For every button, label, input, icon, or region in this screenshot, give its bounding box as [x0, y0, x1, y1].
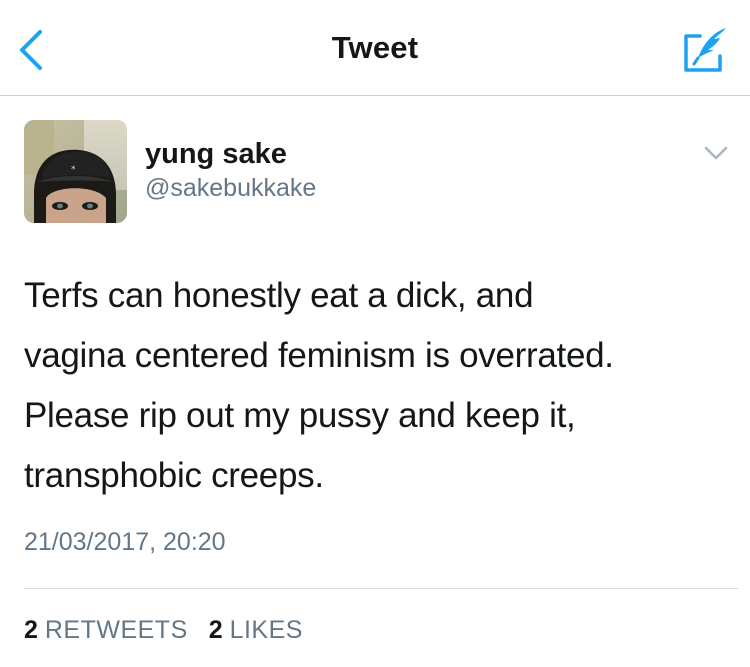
likes-count: 2	[208, 616, 223, 644]
likes-label: LIKES	[229, 616, 303, 644]
divider	[24, 588, 738, 589]
author-display-name[interactable]: yung sake	[145, 138, 287, 171]
retweets-label: RETWEETS	[44, 616, 188, 644]
likes-stat[interactable]: 2 LIKES	[209, 616, 303, 645]
retweets-stat[interactable]: 2 RETWEETS	[24, 616, 188, 645]
retweets-count: 2	[24, 616, 38, 644]
compose-button[interactable]	[680, 24, 730, 76]
svg-text:*: *	[71, 165, 76, 175]
compose-quill-icon	[684, 28, 726, 72]
tweet-timestamp: 21/03/2017, 20:20	[24, 528, 226, 556]
chevron-down-icon	[704, 146, 728, 160]
tweet-options-button[interactable]	[700, 140, 732, 166]
navigation-bar: Tweet	[0, 0, 750, 96]
tweet-text-line: Terfs can honestly eat a dick, and	[24, 276, 534, 315]
tweet-text-line: transphobic creeps.	[24, 456, 324, 495]
tweet-text: Terfs can honestly eat a dick, and vagin…	[24, 266, 724, 506]
page-title: Tweet	[331, 30, 419, 65]
tweet-stats: 2 RETWEETS 2 LIKES	[24, 616, 317, 645]
avatar[interactable]: *	[24, 120, 127, 223]
tweet-text-line: Please rip out my pussy and keep it,	[24, 396, 576, 435]
profile-photo: *	[24, 120, 127, 223]
author-handle[interactable]: @sakebukkake	[145, 174, 316, 203]
tweet-text-line: vagina centered feminism is overrated.	[24, 336, 614, 375]
